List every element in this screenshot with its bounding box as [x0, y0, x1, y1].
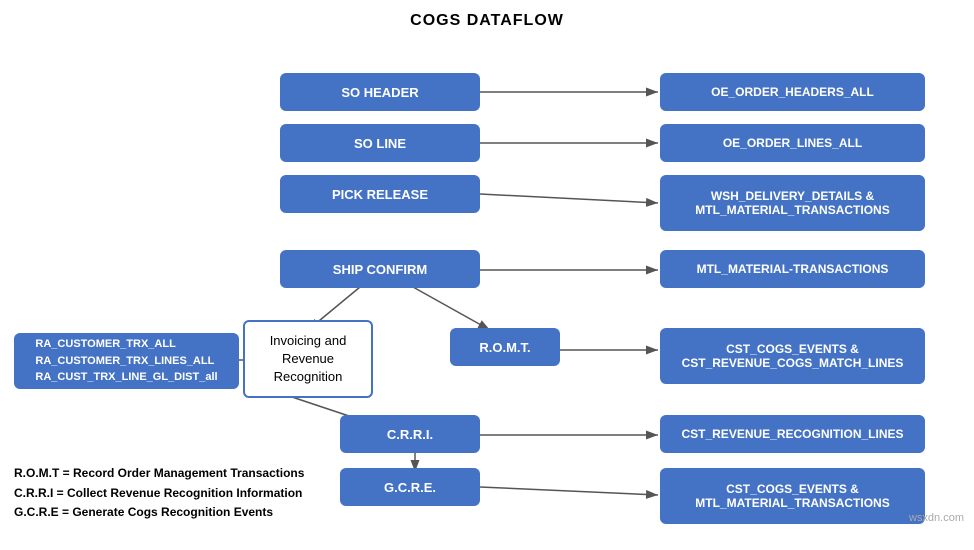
node-so-line: SO LINE	[280, 124, 480, 162]
legend-item-crri: C.R.R.I = Collect Revenue Recognition In…	[14, 484, 304, 503]
node-ra-customer: RA_CUSTOMER_TRX_ALL RA_CUSTOMER_TRX_LINE…	[14, 333, 239, 389]
node-invoicing: Invoicing and Revenue Recognition	[243, 320, 373, 398]
node-gcre: G.C.R.E.	[340, 468, 480, 506]
node-mtl-material-trans: MTL_MATERIAL-TRANSACTIONS	[660, 250, 925, 288]
node-wsh-mtl: WSH_DELIVERY_DETAILS & MTL_MATERIAL_TRAN…	[660, 175, 925, 231]
page-title: COGS DATAFLOW	[0, 0, 974, 30]
node-pick-release: PICK RELEASE	[280, 175, 480, 213]
node-so-header: SO HEADER	[280, 73, 480, 111]
node-oe-order-lines: OE_ORDER_LINES_ALL	[660, 124, 925, 162]
node-ship-confirm: SHIP CONFIRM	[280, 250, 480, 288]
node-cst-cogs-gcre: CST_COGS_EVENTS & MTL_MATERIAL_TRANSACTI…	[660, 468, 925, 524]
diagram-area: SO HEADER SO LINE PICK RELEASE SHIP CONF…	[0, 40, 974, 530]
node-cst-cogs-revenue: CST_COGS_EVENTS & CST_REVENUE_COGS_MATCH…	[660, 328, 925, 384]
node-crri: C.R.R.I.	[340, 415, 480, 453]
legend-item-romt: R.O.M.T = Record Order Management Transa…	[14, 464, 304, 483]
legend-item-gcre: G.C.R.E = Generate Cogs Recognition Even…	[14, 503, 304, 522]
legend: R.O.M.T = Record Order Management Transa…	[14, 464, 304, 522]
watermark: wsxdn.com	[909, 512, 964, 524]
node-oe-order-headers: OE_ORDER_HEADERS_ALL	[660, 73, 925, 111]
node-cst-revenue-recognition: CST_REVENUE_RECOGNITION_LINES	[660, 415, 925, 453]
node-romt: R.O.M.T.	[450, 328, 560, 366]
